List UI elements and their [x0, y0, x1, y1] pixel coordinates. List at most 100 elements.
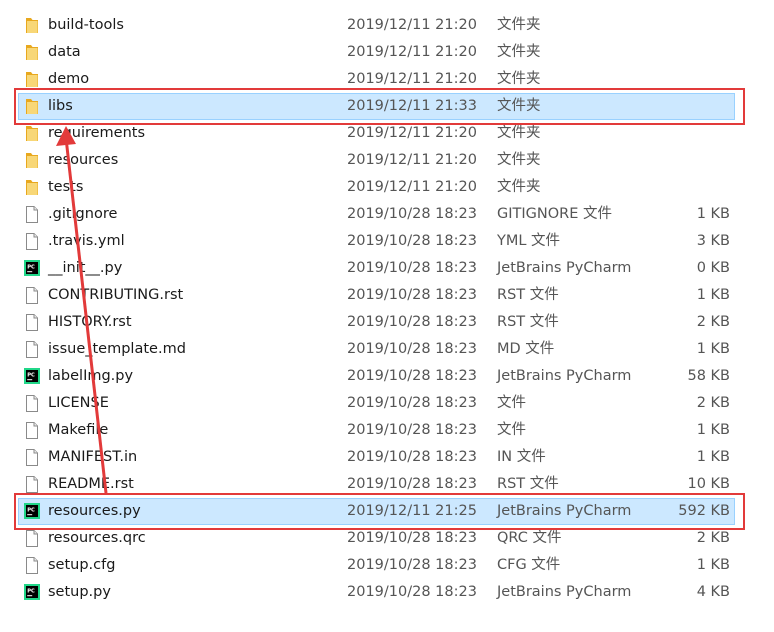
file-type: JetBrains PyCharm: [497, 503, 632, 519]
file-type: CFG 文件: [497, 557, 561, 573]
file-row[interactable]: tests 2019/12/11 21:20 文件夹: [0, 174, 774, 201]
file-type: MD 文件: [497, 341, 555, 357]
file-row[interactable]: .gitignore 2019/10/28 18:23 GITIGNORE 文件 1 …: [0, 201, 774, 228]
file-name: LICENSE: [48, 395, 109, 411]
file-size: 0 KB: [696, 260, 730, 276]
file-row[interactable]: MANIFEST.in 2019/10/28 18:23 IN 文件 1 KB: [0, 444, 774, 471]
file-row[interactable]: CONTRIBUTING.rst 2019/10/28 18:23 RST 文件 1 …: [0, 282, 774, 309]
file-date: 2019/12/11 21:33: [347, 98, 477, 114]
file-date: 2019/12/11 21:25: [347, 503, 477, 519]
file-name: issue_template.md: [48, 341, 186, 357]
pycharm-icon: PC: [24, 367, 40, 386]
file-icon: [24, 529, 40, 548]
file-date: 2019/10/28 18:23: [347, 314, 477, 330]
file-type: 文件夹: [497, 179, 541, 195]
svg-text:PC: PC: [27, 373, 35, 379]
file-date: 2019/10/28 18:23: [347, 368, 477, 384]
file-icon: [24, 421, 40, 440]
file-type: 文件夹: [497, 44, 541, 60]
file-size: 4 KB: [696, 584, 730, 600]
file-name: CONTRIBUTING.rst: [48, 287, 184, 303]
file-row[interactable]: requirements 2019/12/11 21:20 文件夹: [0, 120, 774, 147]
file-icon: [24, 556, 40, 575]
file-date: 2019/10/28 18:23: [347, 530, 477, 546]
file-date: 2019/10/28 18:23: [347, 557, 477, 573]
pycharm-icon: PC: [24, 583, 40, 602]
file-type: RST 文件: [497, 314, 559, 330]
file-date: 2019/10/28 18:23: [347, 260, 477, 276]
file-list: build-tools 2019/12/11 21:20 文件夹 data 2019/1…: [0, 12, 774, 606]
file-date: 2019/10/28 18:23: [347, 341, 477, 357]
file-type: RST 文件: [497, 476, 559, 492]
file-row[interactable]: setup.cfg 2019/10/28 18:23 CFG 文件 1 KB: [0, 552, 774, 579]
file-date: 2019/10/28 18:23: [347, 476, 477, 492]
file-name: data: [48, 44, 81, 60]
file-name: __init__.py: [48, 260, 123, 276]
svg-text:PC: PC: [27, 589, 35, 595]
file-row[interactable]: resources.qrc 2019/10/28 18:23 QRC 文件 2 KB: [0, 525, 774, 552]
file-type: JetBrains PyCharm: [497, 584, 632, 600]
folder-icon: [24, 43, 40, 62]
file-date: 2019/10/28 18:23: [347, 206, 477, 222]
file-name: Makefile: [48, 422, 109, 438]
file-icon: [24, 205, 40, 224]
file-row[interactable]: PC setup.py 2019/10/28 18:23 JetBrains PyCh…: [0, 579, 774, 606]
file-type: JetBrains PyCharm: [497, 368, 632, 384]
file-icon: [24, 340, 40, 359]
file-icon: [24, 448, 40, 467]
folder-icon: [24, 124, 40, 143]
file-date: 2019/12/11 21:20: [347, 71, 477, 87]
file-type: 文件夹: [497, 71, 541, 87]
file-type: 文件: [497, 395, 526, 411]
file-type: 文件夹: [497, 152, 541, 168]
file-name: resources: [48, 152, 119, 168]
folder-icon: [24, 70, 40, 89]
file-size: 2 KB: [696, 530, 730, 546]
file-size: 2 KB: [696, 395, 730, 411]
file-date: 2019/10/28 18:23: [347, 584, 477, 600]
file-size: 2 KB: [696, 314, 730, 330]
file-size: 1 KB: [696, 206, 730, 222]
file-size: 1 KB: [696, 287, 730, 303]
file-row[interactable]: libs 2019/12/11 21:33 文件夹: [0, 93, 774, 120]
folder-icon: [24, 97, 40, 116]
file-size: 3 KB: [696, 233, 730, 249]
file-size: 1 KB: [696, 449, 730, 465]
file-size: 592 KB: [678, 503, 730, 519]
file-icon: [24, 475, 40, 494]
file-row[interactable]: README.rst 2019/10/28 18:23 RST 文件 10 KB: [0, 471, 774, 498]
file-type: 文件夹: [497, 125, 541, 141]
file-date: 2019/10/28 18:23: [347, 395, 477, 411]
file-row[interactable]: PC __init__.py 2019/10/28 18:23 JetBrains P…: [0, 255, 774, 282]
file-icon: [24, 394, 40, 413]
file-date: 2019/10/28 18:23: [347, 233, 477, 249]
file-row[interactable]: data 2019/12/11 21:20 文件夹: [0, 39, 774, 66]
file-type: GITIGNORE 文件: [497, 206, 612, 222]
file-name: build-tools: [48, 17, 124, 33]
file-row[interactable]: PC resources.py 2019/12/11 21:25 JetBrains …: [0, 498, 774, 525]
file-size: 10 KB: [687, 476, 730, 492]
file-type: IN 文件: [497, 449, 546, 465]
file-row[interactable]: PC labelImg.py 2019/10/28 18:23 JetBrains P…: [0, 363, 774, 390]
file-row[interactable]: Makefile 2019/10/28 18:23 文件 1 KB: [0, 417, 774, 444]
file-date: 2019/12/11 21:20: [347, 44, 477, 60]
file-row[interactable]: resources 2019/12/11 21:20 文件夹: [0, 147, 774, 174]
file-date: 2019/12/11 21:20: [347, 179, 477, 195]
svg-text:PC: PC: [27, 508, 35, 514]
file-row[interactable]: issue_template.md 2019/10/28 18:23 MD 文件 1 …: [0, 336, 774, 363]
file-name: MANIFEST.in: [48, 449, 138, 465]
file-row[interactable]: HISTORY.rst 2019/10/28 18:23 RST 文件 2 KB: [0, 309, 774, 336]
file-row[interactable]: build-tools 2019/12/11 21:20 文件夹: [0, 12, 774, 39]
file-type: 文件夹: [497, 17, 541, 33]
file-row[interactable]: demo 2019/12/11 21:20 文件夹: [0, 66, 774, 93]
file-type: 文件: [497, 422, 526, 438]
file-name: libs: [48, 98, 73, 114]
file-size: 1 KB: [696, 341, 730, 357]
file-date: 2019/10/28 18:23: [347, 449, 477, 465]
file-name: .gitignore: [48, 206, 118, 222]
file-row[interactable]: LICENSE 2019/10/28 18:23 文件 2 KB: [0, 390, 774, 417]
file-row[interactable]: .travis.yml 2019/10/28 18:23 YML 文件 3 KB: [0, 228, 774, 255]
file-name: .travis.yml: [48, 233, 125, 249]
file-date: 2019/12/11 21:20: [347, 17, 477, 33]
file-date: 2019/10/28 18:23: [347, 422, 477, 438]
